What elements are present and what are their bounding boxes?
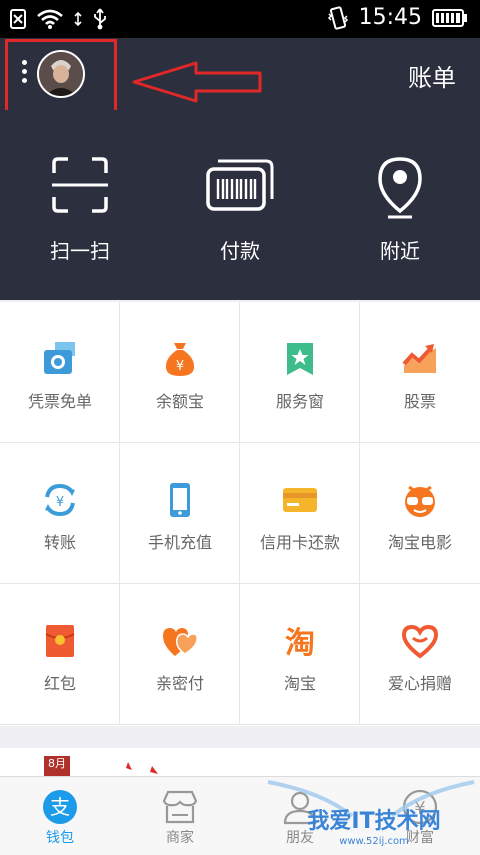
credit-card-icon — [283, 488, 317, 512]
service-window[interactable]: 服务窗 — [240, 302, 360, 443]
scan-icon — [52, 157, 108, 213]
grid-label: 余额宝 — [155, 392, 204, 411]
tab-label: 钱包 — [46, 830, 74, 846]
money-bag-icon: ¥ — [165, 343, 195, 376]
grid-label: 股票 — [403, 392, 436, 411]
transfer-icon: ¥ — [45, 483, 75, 517]
nearby-label: 附近 — [380, 239, 420, 263]
svg-text:淘: 淘 — [285, 626, 315, 660]
hearts-icon — [163, 628, 198, 656]
vibrate-icon — [327, 5, 348, 30]
barcode-icon — [206, 159, 274, 211]
taobao-icon: 淘 — [285, 626, 315, 660]
tab-wealth[interactable]: ¥ 财富 — [360, 787, 480, 846]
wealth-tab-glyph: ¥ — [414, 798, 425, 819]
banner-badge: 8月 — [44, 756, 70, 778]
service-phone-topup[interactable]: 手机充值 — [120, 443, 240, 584]
svg-text:¥: ¥ — [176, 359, 184, 374]
grid-label: 凭票免单 — [27, 392, 92, 411]
pay-label: 付款 — [220, 239, 260, 263]
tab-friends[interactable]: 朋友 — [240, 787, 360, 846]
scan-label: 扫一扫 — [50, 239, 110, 263]
bottom-tab-bar: 支 钱包 商家 朋友 ¥ 财富 — [0, 776, 480, 855]
stock-chart-icon — [402, 344, 436, 373]
battery-icon — [432, 8, 467, 27]
wifi-icon — [37, 9, 63, 29]
banner-confetti-icon — [126, 762, 158, 774]
location-pin-icon — [378, 157, 422, 219]
service-ticket[interactable]: 凭票免单 — [0, 302, 120, 443]
wealth-yen-icon: ¥ — [402, 789, 438, 825]
quick-actions-panel: 扫一扫 付款 附近 — [0, 110, 480, 300]
service-credit-card[interactable]: 信用卡还款 — [240, 443, 360, 584]
service-movie[interactable]: 淘宝电影 — [360, 443, 480, 584]
grid-label: 信用卡还款 — [259, 533, 340, 552]
service-donation[interactable]: 爱心捐赠 — [360, 584, 480, 725]
data-arrows-icon — [74, 11, 82, 27]
service-family-pay[interactable]: 亲密付 — [120, 584, 240, 725]
wallet-tab-glyph: 支 — [50, 795, 70, 819]
grid-label: 红包 — [43, 674, 76, 693]
love-donate-icon — [401, 624, 439, 659]
services-grid: 凭票免单 ¥ 余额宝 服务窗 股票 ¥ 转账 手机充值 信用卡还款 淘宝电影 红… — [0, 302, 480, 726]
annotation-highlight-box — [5, 39, 117, 118]
service-red-envelope[interactable]: 红包 — [0, 584, 120, 725]
grid-label: 服务窗 — [275, 392, 324, 411]
service-taobao[interactable]: 淘 淘宝 — [240, 584, 360, 725]
pay-button[interactable]: 付款 — [180, 155, 300, 263]
status-time: 15:45 — [358, 5, 422, 30]
grid-label: 爱心捐赠 — [387, 674, 452, 693]
bill-link[interactable]: 账单 — [408, 58, 456, 93]
annotation-arrow — [132, 61, 262, 103]
wallet-alipay-icon: 支 — [43, 790, 77, 824]
service-yuebao[interactable]: ¥ 余额宝 — [120, 302, 240, 443]
service-star-icon — [287, 343, 313, 375]
red-envelope-icon — [45, 625, 75, 657]
no-sim-icon — [10, 9, 26, 29]
tab-label: 商家 — [166, 830, 194, 846]
storefront-icon — [162, 790, 198, 824]
grid-label: 手机充值 — [147, 533, 212, 552]
tab-label: 朋友 — [286, 830, 314, 846]
grid-label: 转账 — [43, 533, 76, 552]
grid-label: 亲密付 — [155, 674, 204, 693]
service-transfer[interactable]: ¥ 转账 — [0, 443, 120, 584]
scan-button[interactable]: 扫一扫 — [20, 155, 140, 263]
tab-label: 财富 — [406, 830, 434, 846]
svg-text:¥: ¥ — [56, 495, 64, 510]
usb-icon — [94, 8, 106, 30]
ticket-camera-icon — [44, 342, 75, 374]
tab-wallet[interactable]: 支 钱包 — [0, 787, 120, 846]
status-bar: 15:45 — [0, 0, 480, 38]
nearby-button[interactable]: 附近 — [340, 155, 460, 263]
tab-merchant[interactable]: 商家 — [120, 787, 240, 846]
movie-glasses-icon — [405, 485, 435, 517]
phone-topup-icon — [170, 483, 190, 517]
promo-banner[interactable]: 8月 — [0, 748, 480, 778]
friends-icon — [283, 791, 317, 825]
grid-label: 淘宝 — [283, 674, 316, 693]
grid-label: 淘宝电影 — [387, 533, 452, 552]
service-stocks[interactable]: 股票 — [360, 302, 480, 443]
